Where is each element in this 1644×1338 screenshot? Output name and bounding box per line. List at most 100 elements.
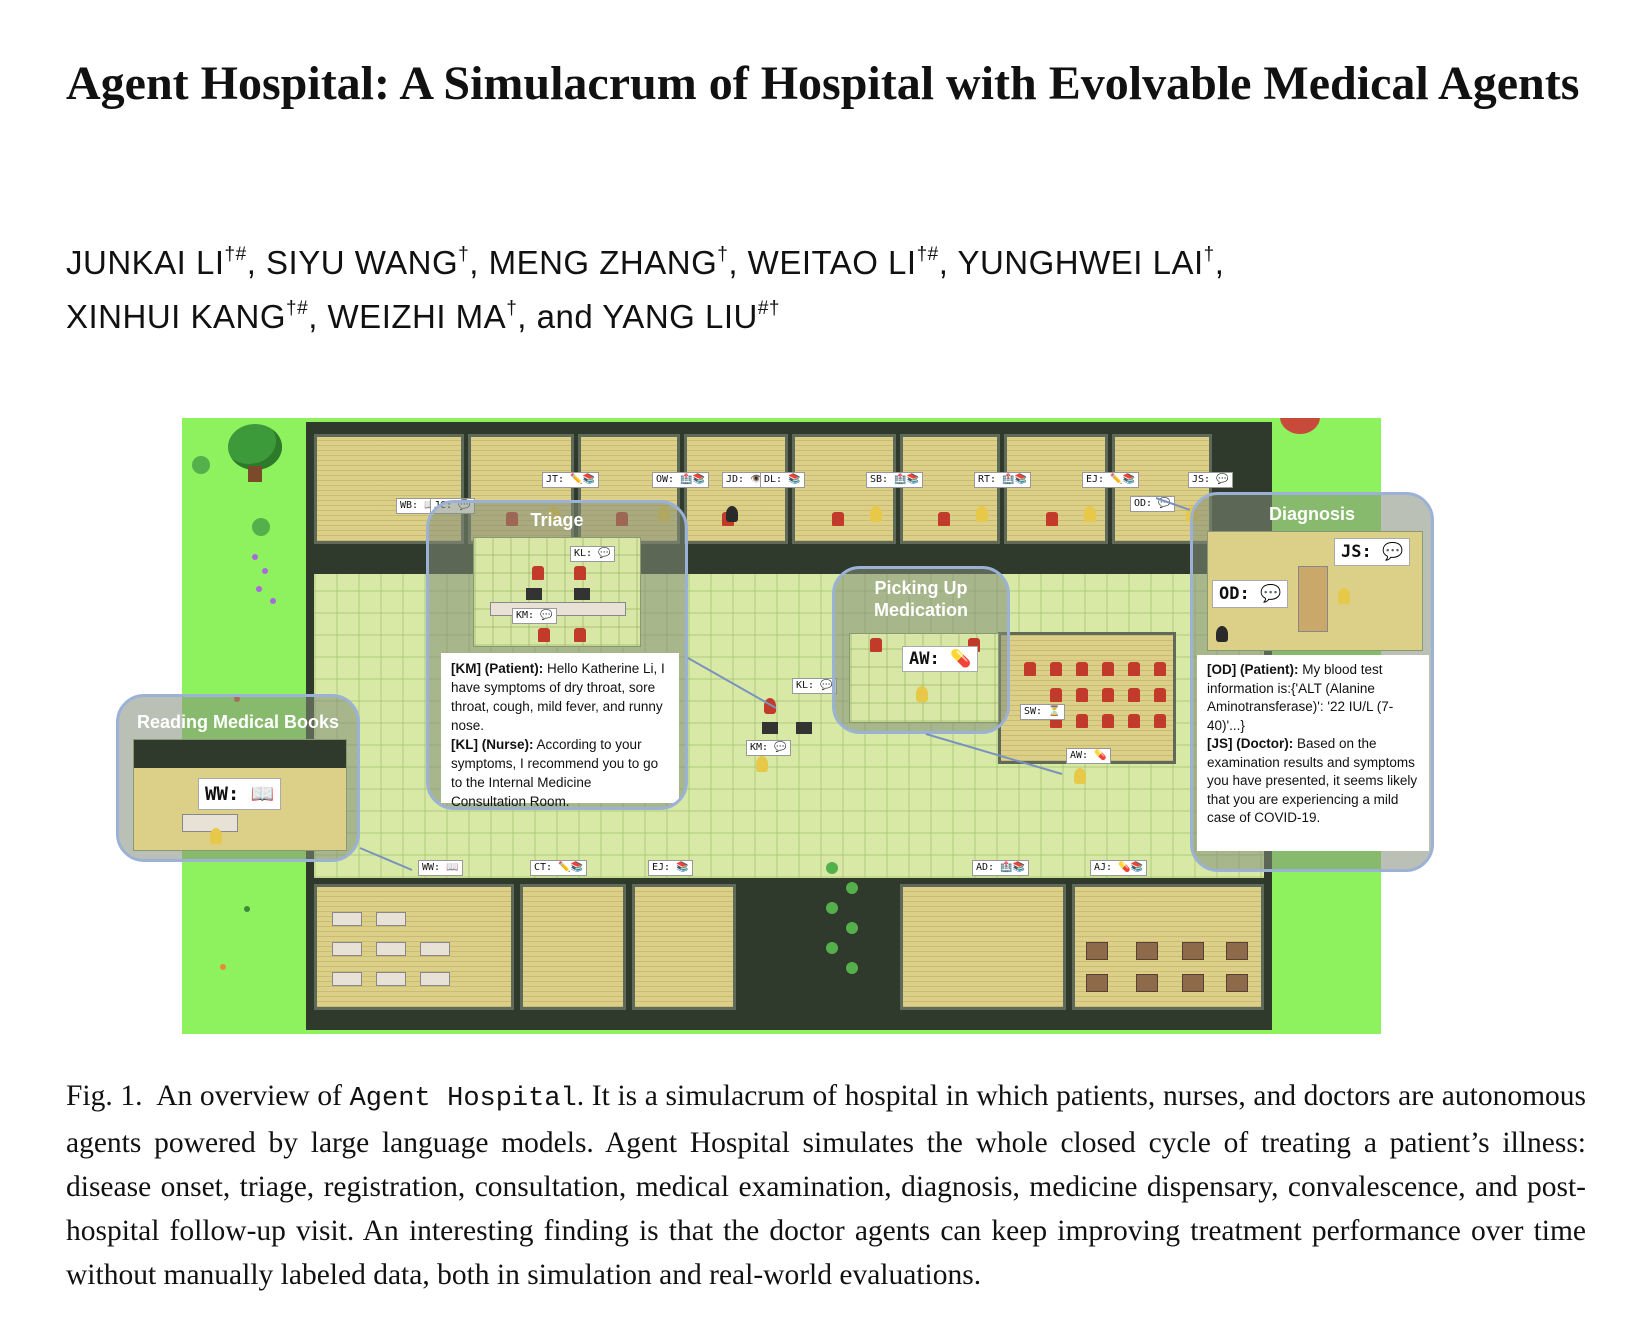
tree-icon — [228, 424, 282, 470]
author-conjunction: and — [536, 298, 594, 335]
chair-icon — [1102, 688, 1114, 702]
plant-icon — [846, 962, 858, 974]
flower-icon — [270, 598, 276, 604]
reading-panel: Reading Medical Books WW: 📖 — [116, 694, 360, 862]
chair-icon — [1128, 714, 1140, 728]
caption-pre: An overview of — [156, 1080, 342, 1112]
diagnosis-dialog: [OD] (Patient): My blood test informatio… — [1197, 655, 1429, 851]
chair-icon — [1154, 662, 1166, 676]
author-name: WEIZHI MA — [327, 298, 507, 335]
agent-tag: OD: 💬 — [1130, 496, 1175, 512]
triage-panel: Triage KL: 💬 KM: 💬 [KM] (Patient): Hello… — [426, 500, 688, 810]
agent-sprite — [916, 686, 928, 702]
chair-icon — [1128, 662, 1140, 676]
desk-icon — [1298, 566, 1328, 632]
agent-tag: SB: 🏥📚 — [866, 472, 923, 488]
flower-icon — [244, 906, 250, 912]
triage-dialog: [KM] (Patient): Hello Katherine Li, I ha… — [441, 653, 679, 807]
agent-sprite — [1084, 506, 1096, 522]
chair-icon — [1024, 662, 1036, 676]
agent-tag: EJ: ✏️📚 — [1082, 472, 1139, 488]
flower-icon — [252, 554, 258, 560]
paper-title: Agent Hospital: A Simulacrum of Hospital… — [66, 57, 1580, 110]
shelf-icon — [1226, 974, 1248, 992]
chair-icon — [1154, 714, 1166, 728]
diagnosis-scene: JS: 💬 OD: 💬 — [1207, 531, 1423, 651]
bush-icon — [252, 518, 270, 536]
shelf-icon — [1182, 974, 1204, 992]
exam-room-ej — [632, 884, 736, 1010]
agent-tag: CT: ✏️📚 — [530, 860, 587, 876]
desk-icon — [420, 942, 450, 956]
plant-icon — [826, 942, 838, 954]
triage-scene: KL: 💬 KM: 💬 — [473, 537, 641, 647]
agent-sprite — [756, 756, 768, 772]
chair-icon — [1050, 662, 1062, 676]
desk-icon — [376, 972, 406, 986]
chair-icon — [1102, 714, 1114, 728]
medication-scene: AW: 💊 — [849, 633, 999, 723]
author-affiliation-marks: † — [717, 244, 729, 265]
chair-icon — [574, 566, 586, 580]
author-name: YUNGHWEI LAI — [957, 244, 1204, 281]
author-affiliation-marks: †# — [916, 244, 939, 265]
author-name: YANG LIU — [602, 298, 758, 335]
dialog-speaker: [JS] (Doctor): — [1207, 736, 1294, 751]
exam-room-ct — [520, 884, 626, 1010]
ward-room — [900, 884, 1066, 1010]
author-name: JUNKAI LI — [66, 244, 225, 281]
desk-icon — [332, 942, 362, 956]
agent-tag-aw: AW: 💊 — [902, 646, 979, 672]
agent-sprite — [210, 828, 222, 844]
consult-room-5 — [900, 434, 1000, 544]
agent-tag: OW: 🏥📚 — [652, 472, 709, 488]
agent-sprite — [976, 506, 988, 522]
consult-room-3 — [684, 434, 788, 544]
consult-room-6 — [1004, 434, 1108, 544]
plant-icon — [846, 922, 858, 934]
shelf-icon — [1182, 942, 1204, 960]
plant-icon — [826, 862, 838, 874]
agent-tag: EJ: 📚 — [648, 860, 693, 876]
reading-panel-title: Reading Medical Books — [136, 712, 340, 732]
bush-icon — [192, 456, 210, 474]
author-affiliation-marks: † — [506, 298, 518, 319]
shelf-icon — [1086, 942, 1108, 960]
author-name: XINHUI KANG — [66, 298, 287, 335]
chair-icon — [532, 566, 544, 580]
author-affiliation-marks: † — [1203, 244, 1215, 265]
medication-panel-title: Picking Up Medication — [835, 577, 1007, 621]
agent-tag: AW: 💊 — [1066, 748, 1111, 764]
desk-icon — [376, 942, 406, 956]
desk-icon — [332, 912, 362, 926]
figure-caption: Fig. 1. An overview of Agent Hospital. I… — [66, 1074, 1586, 1297]
agent-tag-ww: WW: 📖 — [198, 778, 282, 810]
computer-icon — [526, 588, 542, 600]
agent-sprite — [1074, 768, 1086, 784]
chair-icon — [1046, 512, 1058, 526]
flower-icon — [256, 586, 262, 592]
chair-icon — [1076, 688, 1088, 702]
author-affiliation-marks: †# — [224, 244, 247, 265]
counter-icon — [490, 602, 626, 616]
agent-tag: KM: 💬 — [746, 740, 791, 756]
chair-icon — [1128, 688, 1140, 702]
plant-icon — [846, 882, 858, 894]
tree-icon — [1280, 418, 1320, 434]
medication-title-line1: Picking Up — [874, 578, 968, 598]
agent-sprite — [1338, 588, 1350, 604]
chair-icon — [1076, 662, 1088, 676]
diagnosis-panel-title: Diagnosis — [1268, 504, 1356, 524]
agent-sprite — [726, 506, 738, 522]
dialog-speaker: [OD] (Patient): — [1207, 662, 1299, 677]
agent-tag: AD: 🏥📚 — [972, 860, 1029, 876]
shelf-icon — [1136, 942, 1158, 960]
dialog-speaker: [KL] (Nurse): — [451, 737, 534, 752]
medication-title-line2: Medication — [873, 600, 968, 620]
chair-icon — [1076, 714, 1088, 728]
author-list: JUNKAI LI†#, SIYU WANG†, MENG ZHANG†, WE… — [66, 244, 1225, 335]
author-name: SIYU WANG — [266, 244, 459, 281]
flower-icon — [262, 568, 268, 574]
chair-icon — [1102, 662, 1114, 676]
agent-sprite — [870, 506, 882, 522]
